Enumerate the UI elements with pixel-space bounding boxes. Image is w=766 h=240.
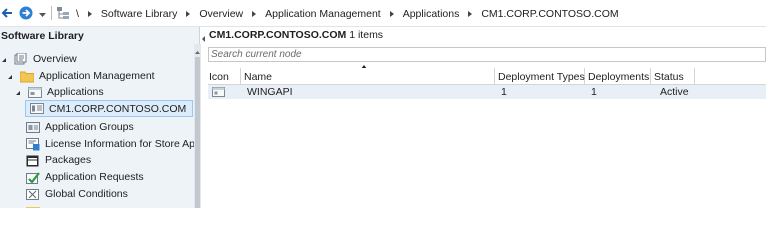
breadcrumb-root[interactable]: \	[76, 8, 79, 20]
navigation-pane: Software Library Overview Application Ma…	[0, 27, 206, 208]
application-groups-icon	[26, 121, 40, 134]
tree-item-label: License Information for Store Apps	[45, 138, 207, 150]
column-header-icon[interactable]: Icon	[208, 68, 241, 85]
search-field[interactable]	[208, 47, 766, 62]
forward-arrow-icon	[19, 6, 33, 20]
tree-item-label: Applications	[47, 86, 104, 98]
tree-item-applications[interactable]: Applications	[14, 84, 104, 100]
navigation-bar: \ Software Library Overview Application …	[0, 0, 766, 27]
overview-icon	[14, 52, 28, 66]
server-icon	[30, 102, 44, 115]
folder-icon	[26, 203, 40, 208]
column-header-name[interactable]: Name	[241, 68, 495, 85]
applications-icon	[28, 86, 42, 99]
breadcrumb-software-library[interactable]: Software Library	[101, 8, 177, 20]
tree-item-application-requests[interactable]: Application Requests	[26, 169, 144, 185]
license-icon	[26, 137, 40, 151]
history-dropdown-button[interactable]	[38, 7, 46, 23]
application-icon	[212, 87, 225, 97]
tree-item-overview[interactable]: Overview	[0, 51, 77, 67]
tree-item-license-information[interactable]: License Information for Store Apps	[26, 136, 206, 152]
current-node-name: CM1.CORP.CONTOSO.COM	[209, 29, 347, 41]
tree-item-application-groups[interactable]: Application Groups	[26, 119, 134, 135]
packages-icon	[26, 154, 40, 167]
nav-divider	[51, 6, 52, 20]
grid-header: Icon Name Deployment Types Deployments S…	[208, 68, 766, 85]
scrollbar-thumb[interactable]	[195, 57, 200, 208]
column-header-deployment-types[interactable]: Deployment Types	[495, 68, 585, 85]
breadcrumb-application-management[interactable]: Application Management	[265, 8, 381, 20]
table-row[interactable]: WINGAPI 1 1 Active	[208, 85, 766, 99]
breadcrumb-separator-icon[interactable]	[186, 11, 191, 17]
tree-item-server-node[interactable]: CM1.CORP.CONTOSO.COM	[25, 100, 193, 117]
expand-arrow-icon[interactable]	[14, 88, 22, 96]
tree-item-application-management[interactable]: Application Management	[6, 68, 155, 84]
tree-icon[interactable]	[56, 6, 70, 20]
breadcrumb-separator-icon[interactable]	[252, 11, 257, 17]
tree-item-label: CM1.CORP.CONTOSO.COM	[49, 102, 187, 115]
column-header-deployments[interactable]: Deployments	[585, 68, 651, 85]
row-deployments: 1	[591, 86, 597, 98]
tree-item-label: Overview	[33, 53, 77, 65]
breadcrumb-separator-icon[interactable]	[389, 11, 394, 17]
tree-item-label: Application Requests	[45, 171, 144, 183]
content-pane: CM1.CORP.CONTOSO.COM 1 items Icon Name D…	[201, 27, 766, 208]
chevron-down-icon	[38, 12, 46, 17]
breadcrumb-server-node[interactable]: CM1.CORP.CONTOSO.COM	[481, 8, 618, 20]
scroll-up-icon[interactable]	[195, 46, 200, 54]
tree-item-partial[interactable]	[26, 203, 45, 208]
application-requests-icon	[26, 171, 40, 184]
breadcrumb-separator-icon[interactable]	[87, 11, 92, 17]
content-title: CM1.CORP.CONTOSO.COM 1 items	[209, 27, 383, 44]
row-name: WINGAPI	[247, 86, 293, 98]
breadcrumb: \ Software Library Overview Application …	[76, 7, 619, 21]
tree-item-global-conditions[interactable]: Global Conditions	[26, 186, 128, 202]
forward-button[interactable]	[18, 5, 34, 21]
back-button[interactable]	[0, 5, 14, 21]
row-deployment-types: 1	[501, 86, 507, 98]
row-status: Active	[660, 86, 689, 98]
tree-item-label: Application Management	[39, 70, 155, 82]
folder-icon	[19, 70, 35, 83]
item-count: 1 items	[349, 29, 384, 41]
tree-item-label: Global Conditions	[45, 188, 128, 200]
collapse-pane-icon[interactable]	[201, 33, 207, 42]
global-conditions-icon	[26, 188, 40, 201]
breadcrumb-applications[interactable]: Applications	[403, 8, 460, 20]
tree-item-label: Application Groups	[45, 121, 134, 133]
expand-arrow-icon[interactable]	[6, 72, 14, 80]
breadcrumb-overview[interactable]: Overview	[199, 8, 243, 20]
expand-arrow-icon[interactable]	[0, 55, 8, 63]
column-header-status[interactable]: Status	[651, 68, 695, 85]
tree-item-label: Packages	[45, 154, 92, 166]
back-arrow-icon	[1, 8, 12, 18]
navigation-pane-title: Software Library	[1, 30, 84, 42]
search-input[interactable]	[209, 48, 765, 61]
breadcrumb-separator-icon[interactable]	[468, 11, 473, 17]
tree-item-packages[interactable]: Packages	[26, 152, 91, 168]
